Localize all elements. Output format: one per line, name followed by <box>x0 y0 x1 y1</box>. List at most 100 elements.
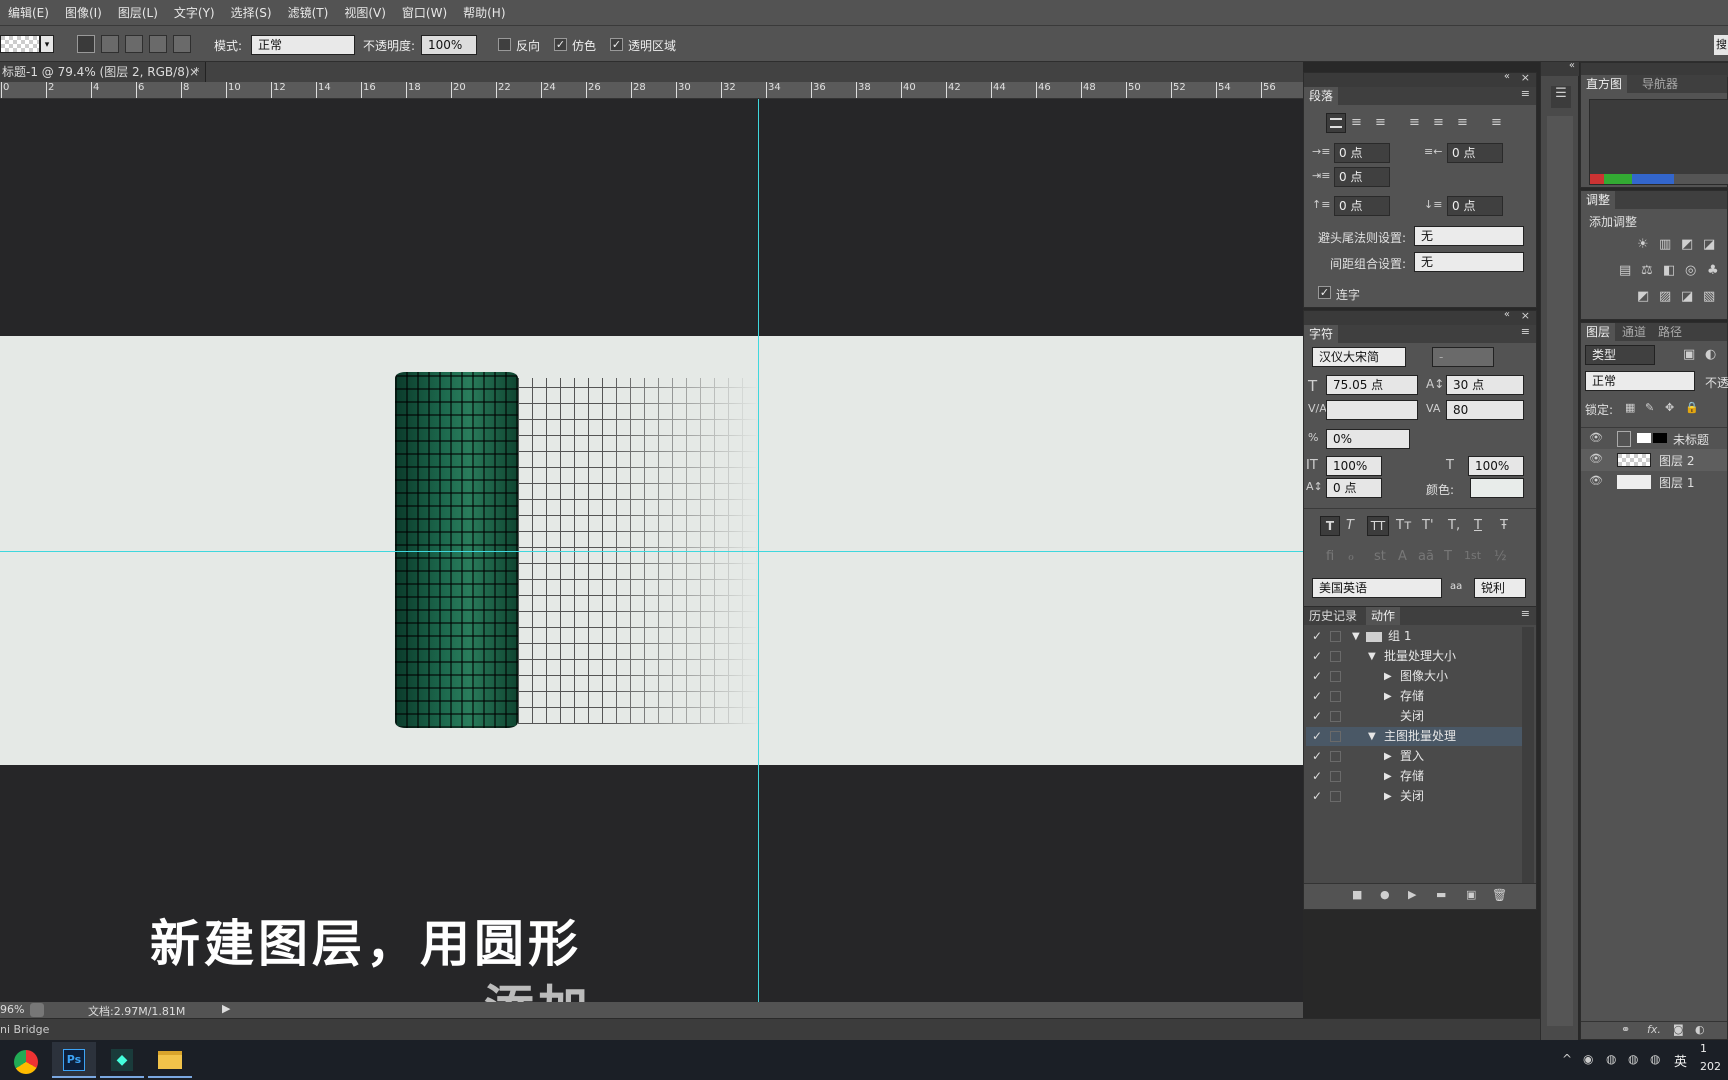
action-row[interactable]: ✓ ▼ 组 1 <box>1306 627 1524 646</box>
visibility-eye-icon[interactable]: 👁 <box>1589 452 1603 465</box>
lock-paint-icon[interactable]: ✎ <box>1645 401 1654 414</box>
visibility-eye-icon[interactable]: 👁 <box>1589 474 1603 487</box>
all-caps-button[interactable]: TT <box>1367 516 1389 536</box>
collapse-icon[interactable]: « <box>1504 71 1510 82</box>
action-dialog-toggle[interactable] <box>1330 671 1341 682</box>
horizontal-scale-input[interactable]: 100% <box>1468 456 1524 476</box>
menu-edit[interactable]: 编辑(E) <box>0 4 57 21</box>
layer-row[interactable]: 👁 图层 1 <box>1581 471 1727 493</box>
close-panel-icon[interactable]: × <box>1521 71 1530 84</box>
channel-mixer-icon[interactable]: ♣ <box>1707 263 1719 278</box>
menu-select[interactable]: 选择(S) <box>223 4 280 21</box>
hue-saturation-icon[interactable]: ⚖ <box>1641 263 1653 278</box>
expand-arrow-icon[interactable]: ▶ <box>1384 667 1392 686</box>
diamond-gradient-button[interactable] <box>173 35 191 53</box>
kinsoku-select[interactable]: 无 <box>1414 226 1524 246</box>
filter-pixel-icon[interactable]: ▣ <box>1683 347 1695 362</box>
action-row[interactable]: ✓ ▶ 存储 <box>1306 687 1524 706</box>
titling-alternates-button[interactable]: T <box>1444 549 1452 564</box>
action-enabled-check-icon[interactable]: ✓ <box>1312 727 1322 746</box>
action-dialog-toggle[interactable] <box>1330 731 1341 742</box>
indent-first-input[interactable]: 0 点 <box>1334 167 1390 187</box>
adjustment-layer-icon[interactable]: ◐ <box>1695 1023 1705 1036</box>
panel-menu-icon[interactable]: ≡ <box>1521 325 1530 338</box>
close-tab-icon[interactable]: × <box>189 62 199 82</box>
strikethrough-button[interactable]: Ŧ <box>1500 518 1508 533</box>
menu-image[interactable]: 图像(I) <box>57 4 110 21</box>
mode-select[interactable]: 正常 <box>251 35 355 55</box>
indent-left-input[interactable]: 0 点 <box>1334 143 1390 163</box>
anti-alias-select[interactable]: 锐利 <box>1474 578 1526 598</box>
language-select[interactable]: 美国英语 <box>1312 578 1442 598</box>
menu-window[interactable]: 窗口(W) <box>394 4 455 21</box>
linear-gradient-button[interactable] <box>77 35 95 53</box>
tab-channels[interactable]: 通道 <box>1617 323 1651 341</box>
menu-type[interactable]: 文字(Y) <box>166 4 223 21</box>
new-set-folder-icon[interactable]: ▬ <box>1436 888 1446 901</box>
tab-history[interactable]: 历史记录 <box>1304 607 1362 625</box>
action-enabled-check-icon[interactable]: ✓ <box>1312 707 1322 726</box>
space-before-input[interactable]: 0 点 <box>1334 196 1390 216</box>
gradient-map-icon[interactable]: ▧ <box>1703 289 1715 304</box>
curves-icon[interactable]: ◩ <box>1681 237 1693 252</box>
action-dialog-toggle[interactable] <box>1330 751 1341 762</box>
reverse-checkbox[interactable] <box>498 38 511 51</box>
wechat-icon-2[interactable]: ◍ <box>1628 1052 1638 1066</box>
menu-filter[interactable]: 滤镜(T) <box>280 4 337 21</box>
close-panel-icon[interactable]: × <box>1521 309 1530 322</box>
gradient-picker-arrow-icon[interactable]: ▾ <box>40 35 54 53</box>
tab-actions[interactable]: 动作 <box>1366 607 1401 625</box>
transparency-checkbox[interactable]: ✓ <box>610 38 623 51</box>
align-center-icon[interactable]: ≡ <box>1351 115 1362 130</box>
tab-paths[interactable]: 路径 <box>1653 323 1687 341</box>
photo-filter-icon[interactable]: ◎ <box>1685 263 1696 278</box>
collapse-icon[interactable]: « <box>1504 309 1510 320</box>
dither-checkbox[interactable]: ✓ <box>554 38 567 51</box>
brush-presets-icon[interactable]: ☰ <box>1551 86 1571 108</box>
subscript-button[interactable]: T, <box>1448 518 1460 533</box>
action-row[interactable]: ✓ 关闭 <box>1306 707 1524 726</box>
vertical-scale-input[interactable]: 100% <box>1326 456 1382 476</box>
justify-all-icon[interactable]: ≡ <box>1491 115 1502 130</box>
mask-icon[interactable]: ◙ <box>1673 1023 1684 1036</box>
action-row[interactable]: ✓ ▶ 关闭 <box>1306 787 1524 806</box>
gradient-swatch[interactable] <box>0 35 40 53</box>
tab-layers[interactable]: 图层 <box>1581 323 1616 341</box>
collapse-arrow-icon[interactable]: ▼ <box>1368 647 1376 666</box>
indent-right-input[interactable]: 0 点 <box>1447 143 1503 163</box>
zoom-level[interactable]: 96% <box>0 1003 24 1016</box>
contextual-alternates-button[interactable]: ℴ <box>1348 549 1354 564</box>
actions-scrollbar[interactable] <box>1522 627 1534 885</box>
ordinals-button[interactable]: 1st <box>1464 549 1481 562</box>
link-icon[interactable]: ⚭ <box>1621 1023 1630 1036</box>
underline-button[interactable]: T <box>1474 518 1482 533</box>
tsume-input[interactable]: 0% <box>1326 429 1410 449</box>
photoshop-app-icon[interactable]: Ps <box>52 1042 96 1078</box>
baseline-shift-input[interactable]: 0 点 <box>1326 478 1382 498</box>
radial-gradient-button[interactable] <box>101 35 119 53</box>
document-tab[interactable]: 标题-1 @ 79.4% (图层 2, RGB/8) * × <box>0 62 206 82</box>
threshold-icon[interactable]: ◪ <box>1681 289 1693 304</box>
expand-arrow-icon[interactable]: ▶ <box>1384 767 1392 786</box>
status-menu-arrow-icon[interactable]: ▶ <box>222 1002 230 1015</box>
wechat-icon[interactable]: ◍ <box>1606 1052 1616 1066</box>
align-left-button[interactable] <box>1326 113 1346 133</box>
expand-arrow-icon[interactable]: ▶ <box>1384 747 1392 766</box>
font-size-input[interactable]: 75.05 点 <box>1326 375 1418 395</box>
trash-icon[interactable]: 🗑 <box>1492 888 1507 902</box>
faux-italic-button[interactable]: T <box>1346 518 1354 533</box>
discretionary-ligatures-button[interactable]: st <box>1374 549 1386 564</box>
tray-expand-icon[interactable]: ^ <box>1562 1052 1572 1066</box>
action-enabled-check-icon[interactable]: ✓ <box>1312 667 1322 686</box>
tab-navigator[interactable]: 导航器 <box>1637 75 1683 93</box>
invert-icon[interactable]: ◩ <box>1637 289 1649 304</box>
expand-arrow-icon[interactable]: ▶ <box>1384 787 1392 806</box>
blend-mode-select[interactable]: 正常 <box>1585 371 1695 391</box>
brightness-icon[interactable]: ☀ <box>1637 237 1649 252</box>
layer-filter-select[interactable]: 类型 <box>1585 345 1655 365</box>
tab-character[interactable]: 字符 <box>1304 325 1339 343</box>
ime-indicator[interactable]: 英 <box>1674 1051 1687 1070</box>
menu-layer[interactable]: 图层(L) <box>110 4 166 21</box>
layer-row[interactable]: 👁 未标题 <box>1581 427 1727 449</box>
panel-menu-icon[interactable]: ≡ <box>1521 607 1530 620</box>
